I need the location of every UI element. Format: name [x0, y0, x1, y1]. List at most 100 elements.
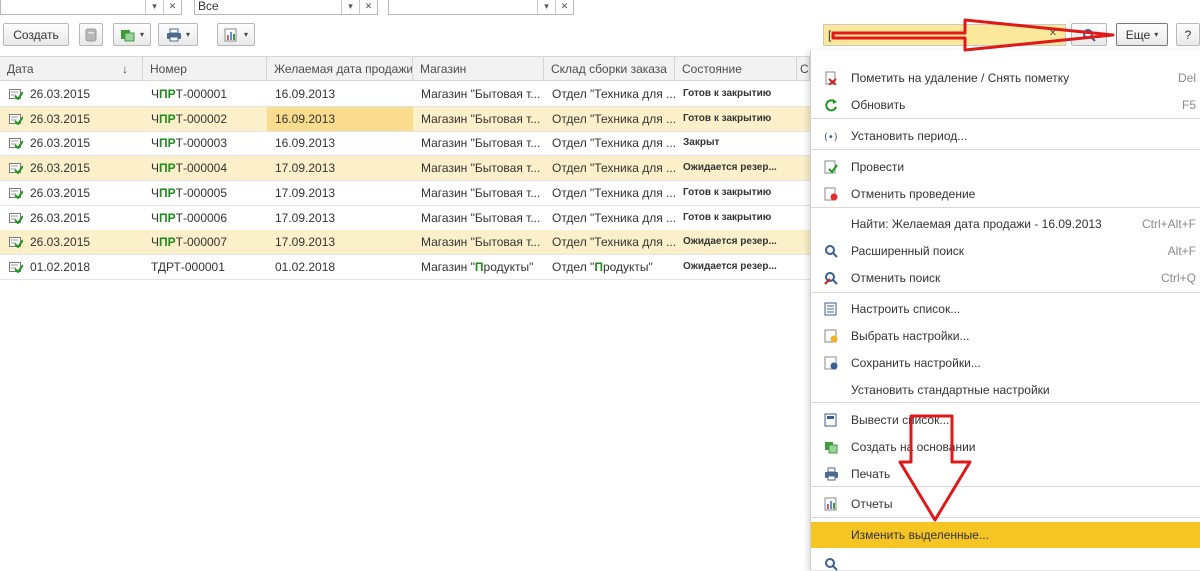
more-button[interactable]: Еще ▾ [1116, 23, 1168, 46]
save-settings-icon [824, 356, 838, 370]
filter-field-3[interactable]: ▾ ✕ [388, 0, 574, 15]
sort-desc-icon: ↓ [122, 62, 128, 76]
menu-item-label: Создать на основании [851, 440, 976, 454]
filter-field-status[interactable]: Все ▾ ✕ [194, 0, 378, 15]
cell-number: ЧПРТ-000001 [151, 87, 228, 101]
search-value: [ [828, 28, 832, 42]
table-row[interactable]: 26.03.2015 ЧПРТ-000004 17.09.2013 Магазин "… [0, 156, 810, 182]
cell-warehouse: Отдел "Техника для ... [552, 210, 675, 225]
menu-item[interactable]: Провести [811, 154, 1200, 180]
menu-item[interactable]: Отменить поиск Ctrl+Q [811, 265, 1200, 291]
cell-date: 01.02.2018 [30, 259, 91, 274]
search-input[interactable]: [ ✕ [823, 24, 1066, 46]
cell-shop: Магазин "Бытовая т... [421, 111, 541, 126]
cell-state: Готов к закрытию [683, 88, 772, 99]
column-header-number[interactable]: Номер [143, 57, 267, 81]
menu-item[interactable]: Создать на основании [811, 434, 1200, 460]
menu-item[interactable]: (•) Установить период... [811, 123, 1200, 149]
cell-state: Ожидается резер... [683, 162, 777, 174]
cell-shop: Магазин "Продукты" [421, 259, 534, 274]
menu-separator [811, 517, 1200, 518]
close-icon[interactable]: ✕ [555, 0, 573, 14]
cell-state: Ожидается резер... [683, 236, 777, 248]
cell-shop: Магазин "Бытовая т... [421, 210, 541, 225]
menu-item-label: Отчеты [851, 497, 893, 511]
menu-item[interactable]: Вывести список... [811, 407, 1200, 433]
cell-state: Готов к закрытию [683, 112, 772, 124]
cell-state: Готов к закрытию [683, 186, 772, 198]
menu-item-label: Найти: Желаемая дата продажи - 16.09.201… [851, 217, 1102, 231]
cell-sale-date: 17.09.2013 [275, 185, 336, 200]
search-button[interactable] [1071, 23, 1107, 46]
menu-item[interactable]: Пометить на удаление / Снять пометку Del [811, 65, 1200, 91]
archive-button[interactable] [79, 23, 103, 46]
menu-item[interactable]: Сохранить настройки... [811, 350, 1200, 376]
column-header-state[interactable]: Состояние [675, 57, 797, 81]
refresh-icon [825, 99, 837, 112]
chevron-down-icon[interactable]: ▾ [341, 0, 359, 14]
create-based-on-button[interactable]: ▾ [113, 23, 151, 46]
help-button[interactable]: ? [1176, 23, 1200, 46]
cell-warehouse: Отдел "Техника для ... [552, 185, 675, 200]
close-icon[interactable]: ✕ [163, 0, 181, 14]
column-header-extra[interactable]: С [797, 57, 810, 81]
cell-state: Ожидается резер... [683, 260, 777, 272]
create-button[interactable]: Создать [3, 23, 69, 46]
choose-settings-icon [824, 329, 838, 343]
menu-item-label: Настроить список... [851, 302, 961, 316]
table-row[interactable]: 26.03.2015 ЧПРТ-000001 16.09.2013 Магазин "… [0, 82, 810, 107]
menu-separator [811, 207, 1200, 208]
cell-sale-date: 16.09.2013 [275, 87, 336, 101]
cell-date: 26.03.2015 [30, 87, 91, 101]
chevron-down-icon: ▾ [185, 30, 190, 39]
chevron-down-icon: ▾ [1154, 30, 1159, 39]
menu-item[interactable]: Обновить F5 [811, 92, 1200, 118]
cell-warehouse: Отдел "Техника для ... [552, 161, 675, 176]
more-button-label: Еще [1125, 27, 1151, 42]
menu-item[interactable]: Отчеты [811, 491, 1200, 517]
table-row[interactable]: 26.03.2015 ЧПРТ-000002 16.09.2013 Магазин "… [0, 106, 810, 132]
cell-state: Готов к закрытию [683, 211, 772, 223]
table-row[interactable]: 26.03.2015 ЧПРТ-000007 17.09.2013 Магазин "… [0, 230, 810, 256]
search-icon [825, 558, 838, 571]
menu-item-label: Расширенный поиск [851, 244, 964, 258]
menu-item-shortcut: Ctrl+Q [1160, 271, 1196, 285]
cell-shop: Магазин "Бытовая т... [421, 136, 541, 151]
filter-field-1[interactable]: ▾ ✕ [0, 0, 182, 15]
menu-item[interactable]: Настроить список... [811, 296, 1200, 322]
column-header-warehouse[interactable]: Склад сборки заказа [544, 57, 675, 81]
export-list-icon [824, 413, 837, 427]
chevron-down-icon[interactable]: ▾ [145, 0, 163, 14]
cell-shop: Магазин "Бытовая т... [421, 161, 541, 176]
menu-item-label: Сохранить настройки... [851, 356, 981, 370]
menu-item-shortcut: Alt+F [1167, 244, 1196, 258]
menu-item-label: Печать [851, 467, 891, 481]
menu-separator [811, 118, 1200, 119]
chevron-down-icon[interactable]: ▾ [537, 0, 555, 14]
menu-item[interactable]: Изменить выделенные... [811, 522, 1200, 548]
cell-number: ЧПРТ-000005 [151, 185, 228, 200]
menu-item[interactable]: Отменить проведение [811, 181, 1200, 207]
menu-item-label: Изменить выделенные... [851, 528, 989, 542]
print-button[interactable]: ▾ [158, 23, 198, 46]
menu-item[interactable]: Найти: Желаемая дата продажи - 16.09.201… [811, 211, 1200, 237]
column-header-date[interactable]: Дата ↓ [0, 57, 143, 81]
unpost-icon [824, 187, 838, 201]
menu-separator [811, 149, 1200, 150]
column-header-sale-date[interactable]: Желаемая дата продажи [267, 57, 413, 81]
reports-button[interactable]: ▾ [217, 23, 255, 46]
menu-item[interactable]: Установить стандартные настройки [811, 377, 1200, 403]
table-row[interactable]: 26.03.2015 ЧПРТ-000005 17.09.2013 Магазин "… [0, 181, 810, 206]
menu-item[interactable]: Выбрать настройки... [811, 323, 1200, 349]
menu-item[interactable]: Печать [811, 461, 1200, 487]
column-header-shop[interactable]: Магазин [413, 57, 544, 81]
cell-sale-date: 17.09.2013 [275, 161, 336, 176]
table-row[interactable]: 01.02.2018 ТДРТ-000001 01.02.2018 Магазин "… [0, 255, 810, 280]
table-row[interactable]: 26.03.2015 ЧПРТ-000006 17.09.2013 Магазин "… [0, 206, 810, 231]
close-icon[interactable]: ✕ [359, 0, 377, 14]
menu-item-label: Отменить проведение [851, 187, 976, 201]
clear-search-icon[interactable]: ✕ [1049, 28, 1057, 39]
table-row[interactable]: 26.03.2015 ЧПРТ-000003 16.09.2013 Магазин "… [0, 131, 810, 157]
menu-item[interactable]: Расширенный поиск Alt+F [811, 238, 1200, 264]
cell-sale-date: 16.09.2013 [275, 136, 336, 151]
